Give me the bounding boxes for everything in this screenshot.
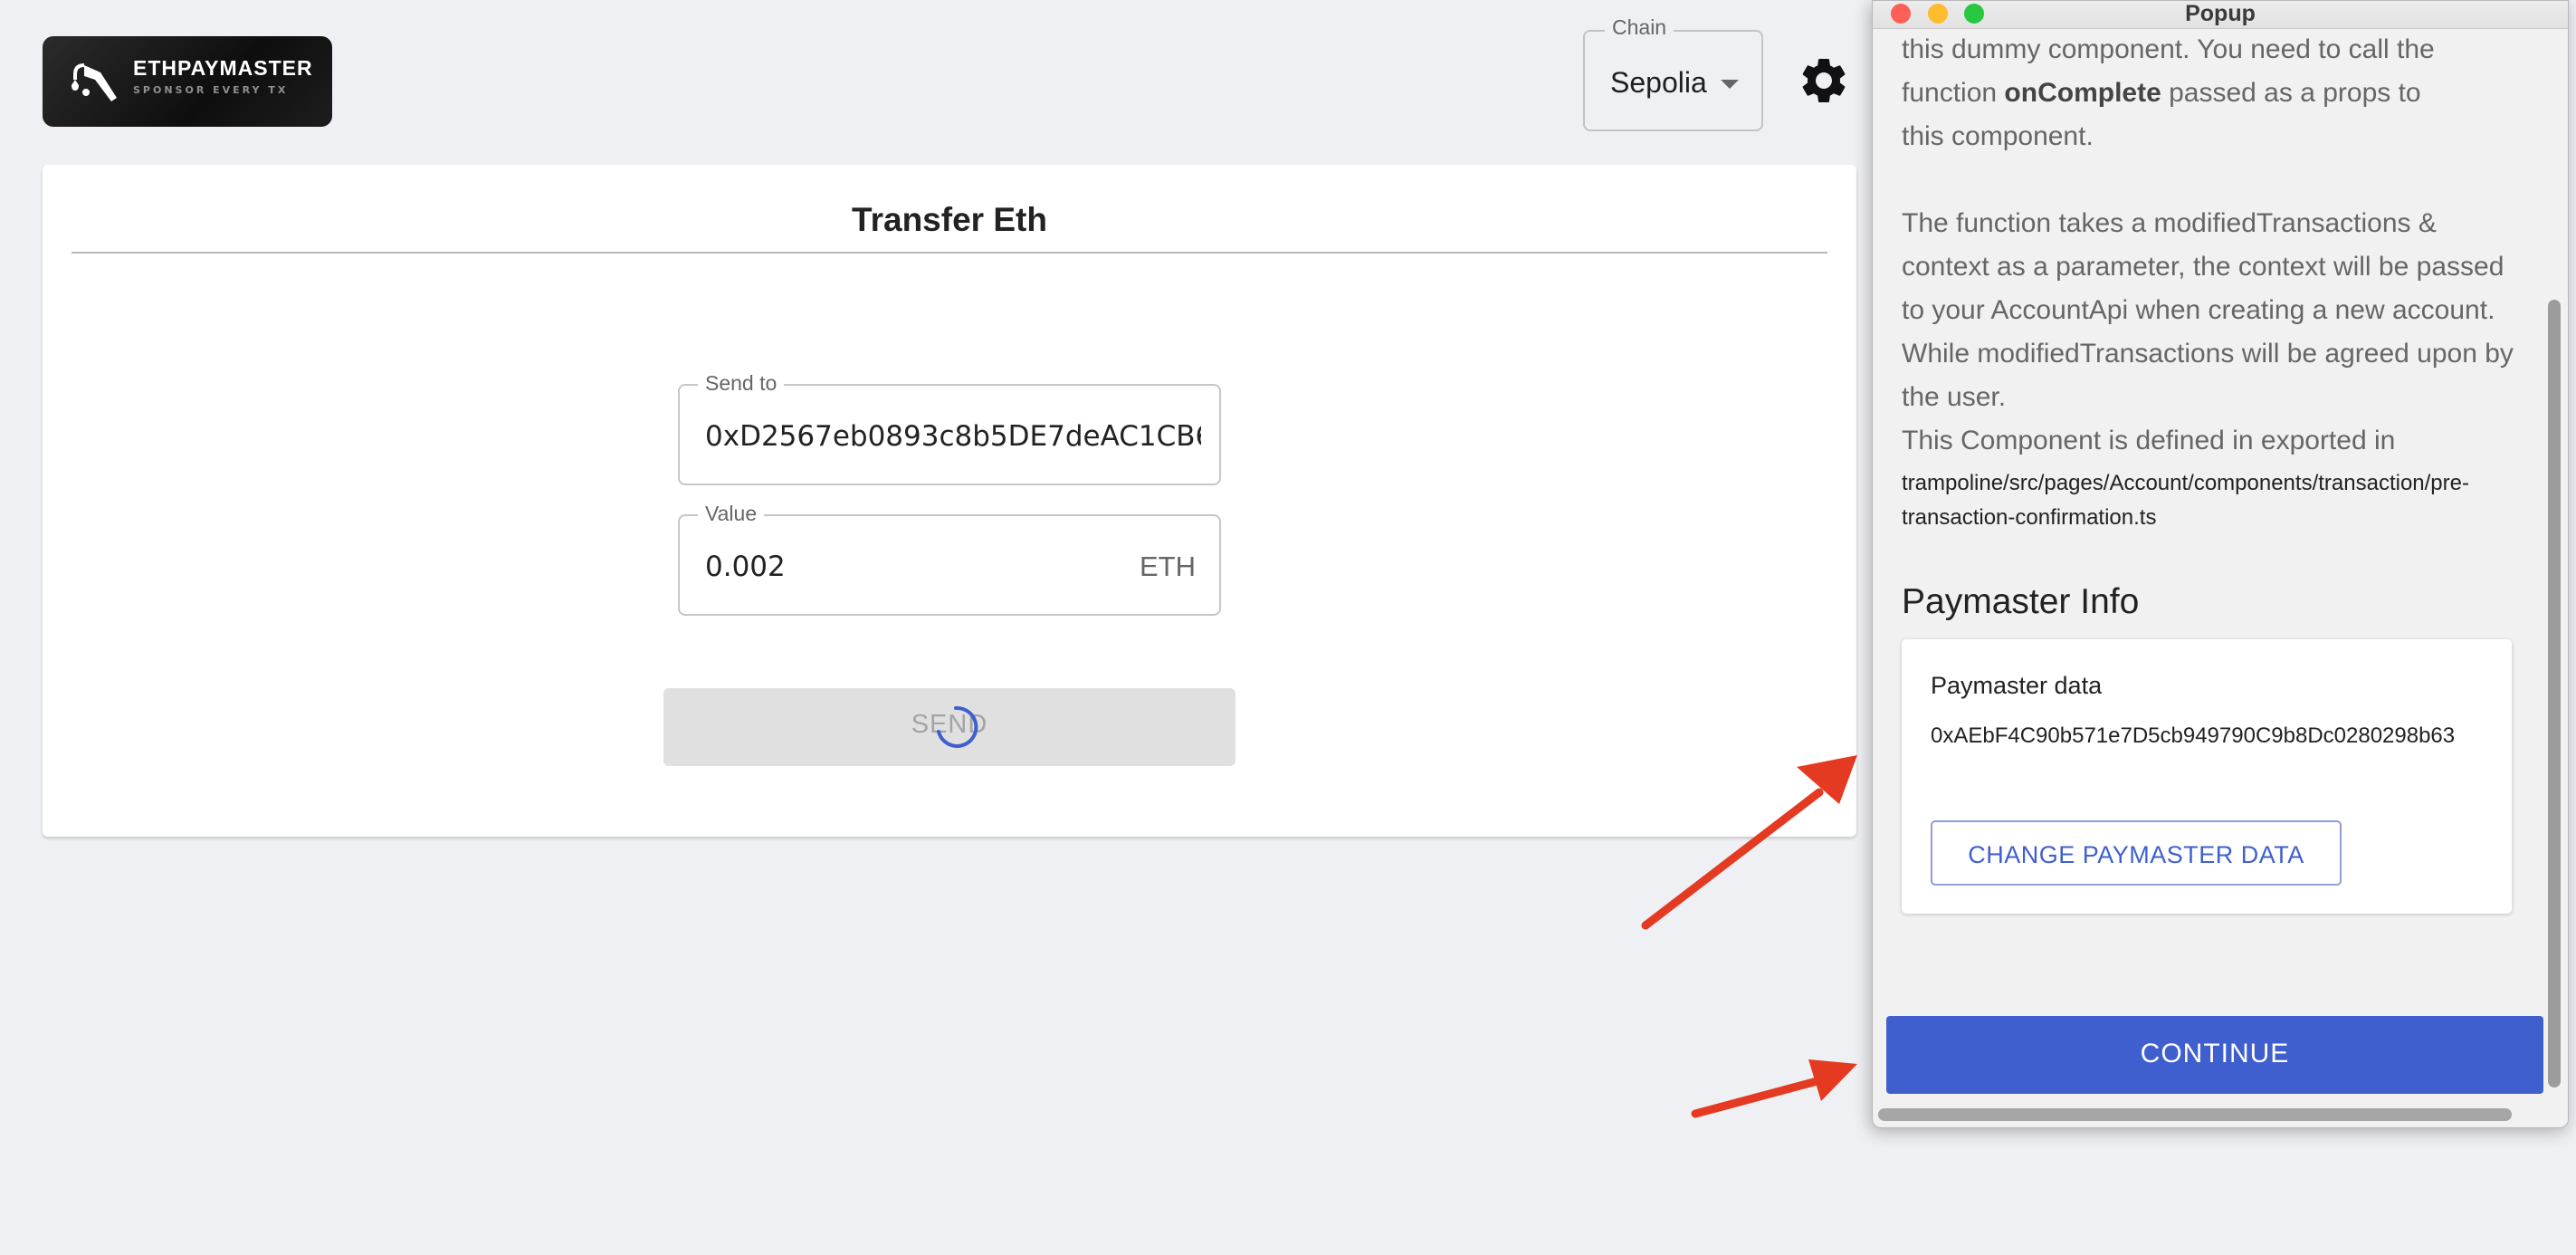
change-paymaster-button[interactable]: CHANGE PAYMASTER DATA — [1931, 820, 2342, 886]
card-title: Transfer Eth — [852, 201, 1047, 238]
popup-content: this dummy component. You need to call t… — [1902, 28, 2524, 535]
popup-defined-in: This Component is defined in exported in — [1902, 426, 2396, 455]
on-complete-keyword: onComplete — [2004, 78, 2161, 108]
fuel-pump-icon — [72, 63, 117, 101]
paymaster-data-value: 0xAEbF4C90b571e7D5cb949790C9b8Dc0280298b… — [1931, 723, 2456, 748]
vertical-scrollbar[interactable] — [2548, 300, 2561, 1087]
chain-select-value: Sepolia — [1610, 66, 1707, 99]
logo-title: ETHPAYMASTER — [133, 56, 313, 80]
chain-select-label: Chain — [1605, 15, 1674, 40]
send-to-value[interactable]: 0xD2567eb0893c8b5DE7deAC1CB66 — [705, 420, 1201, 453]
transfer-card: Transfer Eth Send to 0xD2567eb0893c8b5DE… — [43, 165, 1856, 837]
intro-line-1: this dummy component. You need to call t… — [1902, 34, 2435, 64]
logo-tagline: SPONSOR EVERY TX — [133, 84, 289, 96]
value-field[interactable]: Value 0.002 ETH — [678, 502, 1221, 616]
popup-text: this dummy component. You need to call t… — [1902, 28, 2524, 158]
change-paymaster-label: CHANGE PAYMASTER DATA — [1968, 841, 2304, 868]
value-label: Value — [698, 502, 765, 526]
popup-title: Popup — [2185, 1, 2256, 26]
paymaster-data-label: Paymaster data — [1931, 672, 2103, 699]
paymaster-card: Paymaster data 0xAEbF4C90b571e7D5cb94979… — [1902, 639, 2512, 914]
divider — [72, 252, 1827, 254]
annotation-arrow — [1691, 1059, 1857, 1118]
component-path: trampoline/src/pages/Account/components/… — [1902, 471, 2469, 530]
intro-line-2-start: function — [1902, 78, 2005, 108]
send-to-field[interactable]: Send to 0xD2567eb0893c8b5DE7deAC1CB66 — [678, 371, 1221, 485]
eth-unit-label: ETH — [1140, 551, 1196, 582]
app-logo[interactable]: ETHPAYMASTER SPONSOR EVERY TX — [43, 36, 332, 127]
value-input[interactable]: 0.002 — [705, 551, 1111, 583]
caret-down-icon — [1721, 80, 1739, 89]
horizontal-scrollbar[interactable] — [1878, 1108, 2512, 1121]
popup-window: this dummy component. You need to call t… — [1872, 0, 2569, 1128]
gear-icon[interactable] — [1797, 53, 1851, 108]
popup-description: The function takes a modifiedTransaction… — [1902, 208, 2514, 412]
continue-label: CONTINUE — [2140, 1039, 2290, 1068]
chain-select[interactable]: Chain Sepolia — [1583, 15, 1763, 131]
loading-spinner-icon — [937, 705, 978, 748]
send-to-label: Send to — [698, 371, 785, 396]
intro-line-2-end: passed as a props to — [2161, 78, 2421, 108]
intro-line-3: this component. — [1902, 121, 2094, 151]
continue-button[interactable]: CONTINUE — [1886, 1016, 2543, 1094]
paymaster-heading: Paymaster Info — [1902, 582, 2140, 621]
popup-titlebar[interactable]: Popup — [1873, 1, 2568, 29]
send-button[interactable]: SEND — [663, 688, 1236, 766]
